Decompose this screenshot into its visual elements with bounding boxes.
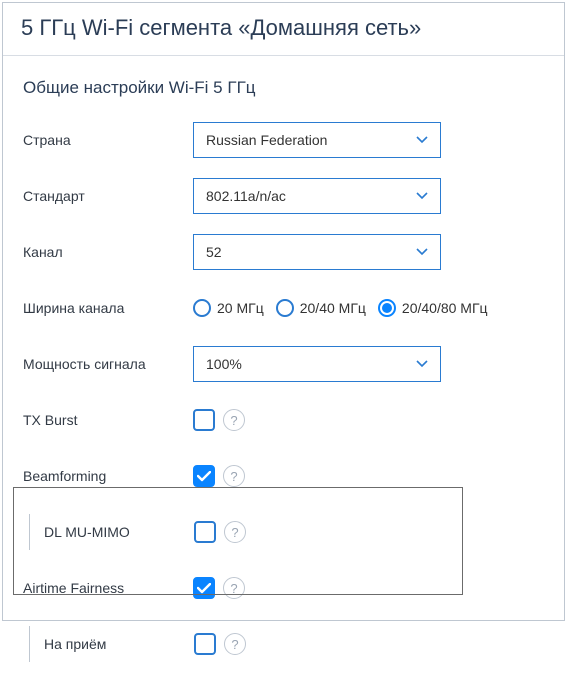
help-icon[interactable]: ? (224, 633, 246, 655)
chevron-down-icon (416, 360, 428, 368)
width-radio-20[interactable]: 20 МГц (193, 299, 264, 317)
width-radio-group: 20 МГц 20/40 МГц 20/40/80 МГц (193, 299, 488, 317)
page-title: 5 ГГц Wi-Fi сегмента «Домашняя сеть» (21, 15, 546, 41)
channel-select[interactable]: 52 (193, 234, 441, 270)
width-radio-2040[interactable]: 20/40 МГц (276, 299, 366, 317)
standard-value: 802.11a/n/ac (206, 188, 286, 204)
txburst-label: TX Burst (23, 412, 193, 428)
txburst-checkbox[interactable] (193, 409, 215, 431)
country-value: Russian Federation (206, 132, 327, 148)
inbound-checkbox[interactable] (194, 633, 216, 655)
width-radio-2040-label: 20/40 МГц (300, 300, 366, 316)
country-label: Страна (23, 132, 193, 148)
dlmumimo-label: DL MU-MIMO (44, 524, 194, 540)
section-title: Общие настройки Wi-Fi 5 ГГц (23, 78, 544, 98)
channel-label: Канал (23, 244, 193, 260)
chevron-down-icon (416, 248, 428, 256)
chevron-down-icon (416, 136, 428, 144)
width-radio-204080[interactable]: 20/40/80 МГц (378, 299, 488, 317)
standard-label: Стандарт (23, 188, 193, 204)
radio-circle-icon (193, 299, 211, 317)
standard-select[interactable]: 802.11a/n/ac (193, 178, 441, 214)
radio-circle-icon (276, 299, 294, 317)
help-icon[interactable]: ? (224, 521, 246, 543)
channel-value: 52 (206, 244, 222, 260)
airtime-label: Airtime Fairness (23, 580, 193, 596)
power-label: Мощность сигнала (23, 356, 193, 372)
inbound-label: На приём (44, 636, 194, 652)
width-radio-20-label: 20 МГц (217, 300, 264, 316)
beamforming-label: Beamforming (23, 468, 193, 484)
power-select[interactable]: 100% (193, 346, 441, 382)
help-icon[interactable]: ? (223, 465, 245, 487)
help-icon[interactable]: ? (223, 409, 245, 431)
width-radio-204080-label: 20/40/80 МГц (402, 300, 488, 316)
country-select[interactable]: Russian Federation (193, 122, 441, 158)
power-value: 100% (206, 356, 242, 372)
width-label: Ширина канала (23, 300, 193, 316)
dlmumimo-checkbox[interactable] (194, 521, 216, 543)
beamforming-checkbox[interactable] (193, 465, 215, 487)
help-icon[interactable]: ? (223, 577, 245, 599)
airtime-checkbox[interactable] (193, 577, 215, 599)
chevron-down-icon (416, 192, 428, 200)
radio-circle-icon (378, 299, 396, 317)
